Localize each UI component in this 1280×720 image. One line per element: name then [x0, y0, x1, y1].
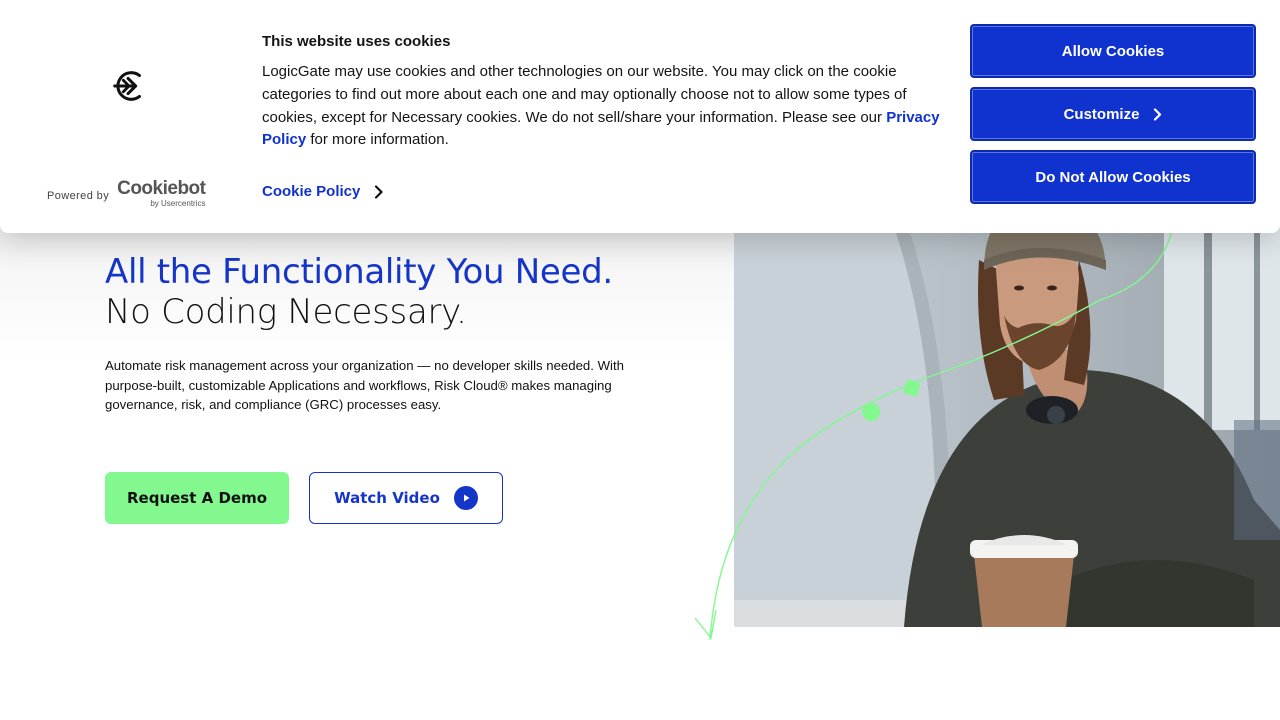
request-demo-label: Request A Demo: [126, 489, 268, 507]
cookie-body-text-end: for more information.: [306, 131, 449, 149]
powered-by-cookiebot[interactable]: Powered by Cookiebot by Usercentrics: [47, 178, 206, 208]
cookie-banner-title: This website uses cookies: [262, 33, 451, 50]
customize-button[interactable]: Customize: [970, 87, 1256, 141]
chevron-right-icon: [375, 184, 383, 199]
cookiebot-wordmark: Cookiebot: [117, 178, 206, 199]
cookie-consent-banner: Powered by Cookiebot by Usercentrics Thi…: [0, 0, 1280, 233]
cookie-text-block: This website uses cookies LogicGate may …: [262, 33, 952, 152]
hero-photo: [734, 200, 1280, 627]
hero-cta-row: Request A Demo Watch Video: [105, 472, 503, 524]
chevron-right-icon: [1154, 107, 1162, 121]
allow-cookies-button[interactable]: Allow Cookies: [970, 24, 1256, 78]
deny-cookies-label: Do Not Allow Cookies: [1035, 168, 1191, 186]
deny-cookies-button[interactable]: Do Not Allow Cookies: [970, 150, 1256, 204]
cookie-policy-label: Cookie Policy: [262, 183, 361, 200]
hero-title-subline: No Coding Necessary.: [105, 292, 467, 332]
watch-video-label: Watch Video: [334, 489, 440, 507]
hero-title-highlight: All the Functionality You Need.: [105, 252, 613, 292]
cookie-button-group: Allow Cookies Customize Do Not Allow Coo…: [970, 24, 1256, 204]
cookiebot-subtext: by Usercentrics: [150, 199, 206, 208]
cookie-banner-body: LogicGate may use cookies and other tech…: [262, 61, 952, 152]
customize-label: Customize: [1063, 105, 1140, 123]
allow-cookies-label: Allow Cookies: [1061, 42, 1165, 60]
cookie-body-text: LogicGate may use cookies and other tech…: [262, 63, 907, 126]
powered-by-label: Powered by: [47, 190, 110, 202]
watch-video-button[interactable]: Watch Video: [309, 472, 503, 524]
request-demo-button[interactable]: Request A Demo: [105, 472, 289, 524]
cookie-policy-link[interactable]: Cookie Policy: [262, 183, 384, 200]
cookiebot-logo: Cookiebot by Usercentrics: [117, 178, 206, 208]
play-icon: [453, 486, 478, 510]
hero-description: Automate risk management across your org…: [105, 358, 624, 413]
hero-section: All the Functionality You Need. No Codin…: [105, 252, 665, 415]
logicgate-logo-icon: [113, 71, 141, 101]
